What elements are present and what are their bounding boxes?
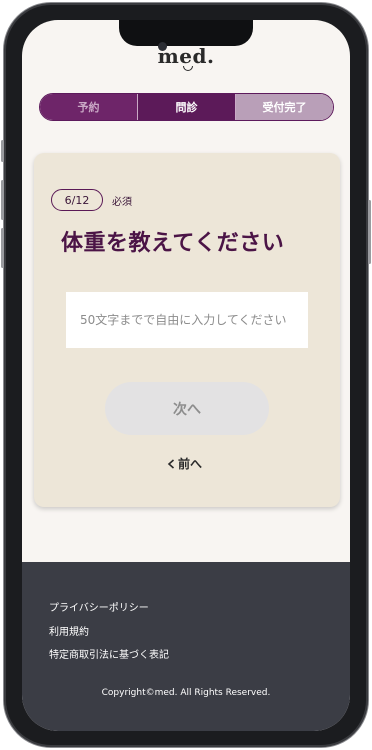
prev-link[interactable]: 前へ [167, 455, 202, 472]
next-button[interactable]: 次へ [105, 382, 269, 435]
app-logo: med. [157, 44, 215, 68]
phone-power-button [368, 200, 371, 264]
answer-input[interactable] [66, 292, 308, 348]
phone-volume-up [1, 180, 4, 220]
phone-notch [119, 20, 253, 46]
footer-link-terms[interactable]: 利用規約 [49, 623, 89, 638]
step-progress-bar: 予約 問診 受付完了 [39, 93, 334, 121]
question-progress-badge: 6/12 [51, 189, 103, 211]
footer-link-commercial-transactions[interactable]: 特定商取引法に基づく表記 [49, 646, 169, 661]
prev-link-label: 前へ [178, 457, 203, 471]
required-label: 必須 [112, 197, 132, 208]
copyright-text: Copyright©med. All Rights Reserved. [101, 688, 271, 698]
step-reception-complete: 受付完了 [236, 94, 333, 120]
step-questionnaire: 問診 [137, 94, 236, 120]
question-card: 6/12 必須 体重を教えてください 次へ 前へ [34, 153, 340, 507]
footer-link-privacy-policy[interactable]: プライバシーポリシー [49, 599, 149, 614]
question-title: 体重を教えてください [61, 231, 285, 256]
app-screen: med. 予約 問診 受付完了 6/12 必須 体重を教えてください 次へ 前へ… [22, 20, 350, 731]
phone-mute-switch [1, 140, 4, 162]
site-footer: プライバシーポリシー 利用規約 特定商取引法に基づく表記 Copyright©m… [22, 562, 350, 731]
camera-icon [158, 42, 167, 51]
phone-volume-down [1, 228, 4, 268]
step-reservation: 予約 [40, 94, 137, 120]
chevron-left-icon [167, 458, 175, 469]
